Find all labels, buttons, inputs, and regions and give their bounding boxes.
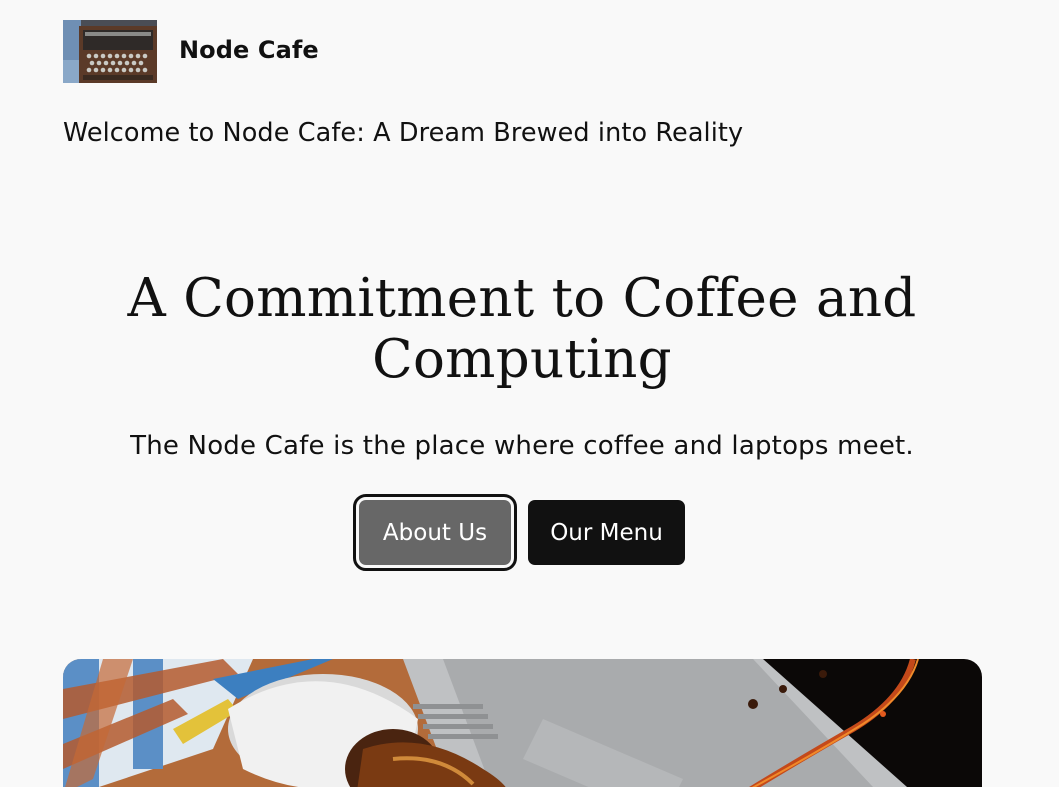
coffee-spill-laptop-photo-icon xyxy=(63,659,982,787)
site-title[interactable]: Node Cafe xyxy=(179,36,319,64)
site-tagline: Welcome to Node Cafe: A Dream Brewed int… xyxy=(63,118,744,148)
site-logo[interactable] xyxy=(63,20,157,83)
hero-heading: A Commitment to Coffee and Computing xyxy=(127,268,917,390)
page: Node Cafe Welcome to Node Cafe: A Dream … xyxy=(0,0,1059,787)
our-menu-button[interactable]: Our Menu xyxy=(528,500,685,565)
enigma-machine-photo-icon xyxy=(63,20,157,83)
hero-image xyxy=(63,659,982,787)
hero-subheading: The Node Cafe is the place where coffee … xyxy=(130,431,914,461)
about-us-button[interactable]: About Us xyxy=(353,494,517,571)
